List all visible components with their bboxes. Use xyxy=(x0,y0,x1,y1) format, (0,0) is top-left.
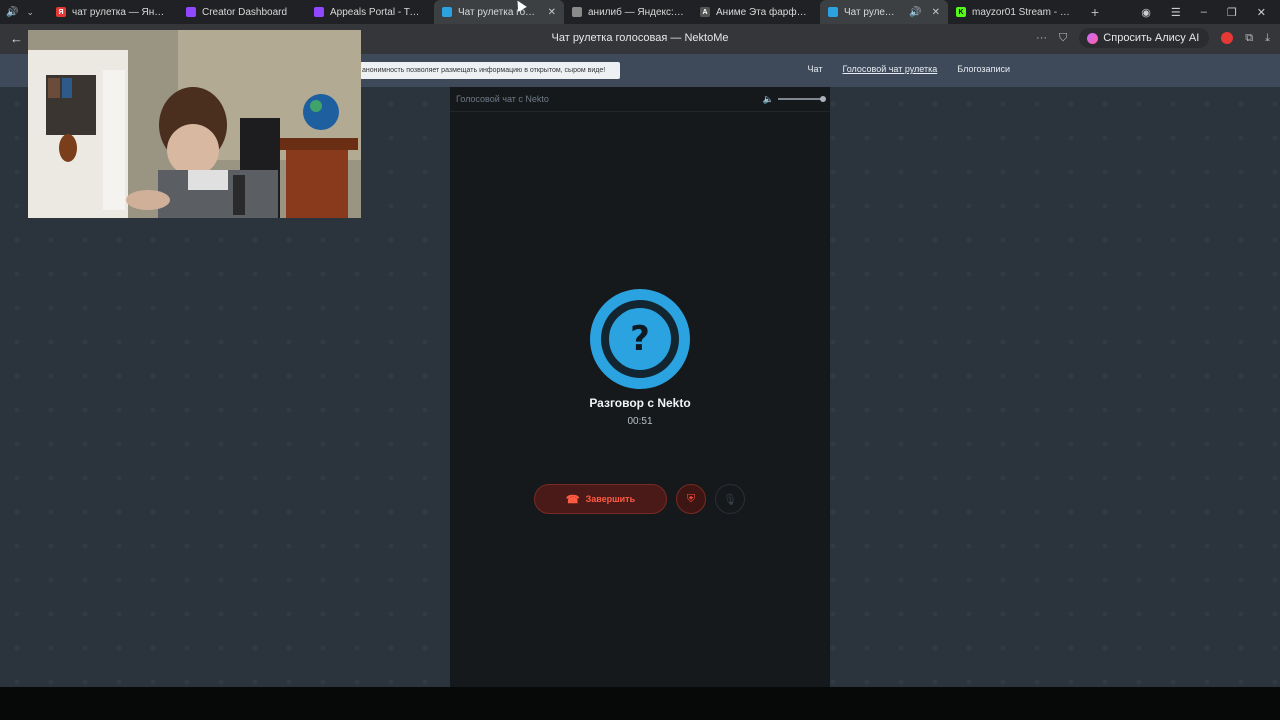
site-notice: анонимность позволяет размещать информац… xyxy=(360,62,620,79)
volume-slider[interactable] xyxy=(778,96,826,102)
browser-tab[interactable]: Appeals Portal - Twitch xyxy=(306,0,434,24)
page-icon xyxy=(572,7,582,17)
panel-header: Голосовой чат с Nekto 🔈 xyxy=(450,87,830,112)
tab-label: Чат рулетка голосова xyxy=(458,6,538,18)
webcam-feed-image xyxy=(28,30,361,218)
close-icon[interactable]: ✕ xyxy=(548,7,556,18)
tab-bar-leading: 🔊 ⌄ xyxy=(0,0,48,24)
site-nav: Чат Голосовой чат рулетка Блогозаписи xyxy=(808,64,1010,74)
avatar-ring: ? xyxy=(601,300,679,378)
browser-tab[interactable]: K mayzor01 Stream - Watc xyxy=(948,0,1084,24)
close-window-icon[interactable]: ✕ xyxy=(1257,6,1266,19)
tab-label: чат рулетка — Яндекс: н xyxy=(72,6,170,18)
profile-icon[interactable]: ◉ xyxy=(1141,6,1151,19)
bottom-bar xyxy=(0,687,1280,720)
tab-label: Appeals Portal - Twitch xyxy=(330,6,426,18)
record-icon[interactable] xyxy=(1221,32,1234,44)
anonymous-avatar: ? xyxy=(590,289,690,389)
extensions-icon[interactable]: ⧉ xyxy=(1245,32,1253,45)
volume-icon: 🔈 xyxy=(762,93,774,104)
browser-tab[interactable]: Creator Dashboard xyxy=(178,0,306,24)
yandex-icon: Я xyxy=(56,7,66,17)
report-button[interactable]: ⛨ xyxy=(676,484,706,514)
hang-up-icon: ☎ xyxy=(565,493,580,506)
shield-icon: ⛨ xyxy=(686,492,696,505)
tab-label: Чат рулетка голос xyxy=(844,6,900,18)
new-tab-plus-icon[interactable]: + xyxy=(1084,0,1106,24)
end-call-label: Завершить xyxy=(585,494,636,504)
ask-alice-button[interactable]: Спросить Алису AI xyxy=(1079,28,1210,48)
nekto-icon xyxy=(828,7,838,17)
twitch-icon xyxy=(314,7,324,17)
download-icon[interactable]: ⤓ xyxy=(1265,32,1270,45)
volume-control[interactable]: 🔈 xyxy=(762,93,826,105)
more-icon[interactable]: ··· xyxy=(1036,32,1047,44)
menu-icon[interactable]: ☰ xyxy=(1171,6,1181,19)
ask-alice-label: Спросить Алису AI xyxy=(1103,32,1200,44)
sound-icon[interactable]: 🔊 xyxy=(6,7,18,18)
nav-link-blog[interactable]: Блогозаписи xyxy=(957,64,1010,74)
nav-link-chat[interactable]: Чат xyxy=(808,64,823,74)
browser-tab[interactable]: A Аниме Эта фарфорова xyxy=(692,0,820,24)
window-controls: ◉ ☰ – ❐ ✕ xyxy=(1141,0,1280,24)
toolbar-right: ··· ⛉ Спросить Алису AI ⧉ ⤓ xyxy=(1036,28,1270,48)
anime-icon: A xyxy=(700,7,710,17)
end-call-button[interactable]: ☎ Завершить xyxy=(534,484,667,514)
call-timer: 00:51 xyxy=(627,416,653,427)
chevron-down-icon[interactable]: ⌄ xyxy=(26,7,34,18)
speaker-icon[interactable]: 🔊 xyxy=(909,7,921,18)
mute-button[interactable]: 🎙 xyxy=(715,484,745,514)
microphone-icon: 🎙 xyxy=(723,493,737,506)
conversation-title: Разговор с Nekto xyxy=(589,396,691,410)
tab-label: Аниме Эта фарфорова xyxy=(716,6,812,18)
tab-label: анилиб — Яндекс: нашл xyxy=(588,6,684,18)
minimize-icon[interactable]: – xyxy=(1201,6,1207,18)
volume-knob[interactable] xyxy=(820,96,826,102)
browser-tab-bar: 🔊 ⌄ Я чат рулетка — Яндекс: н Creator Da… xyxy=(0,0,1280,24)
browser-tab-active[interactable]: Чат рулетка голосова ✕ xyxy=(434,0,564,24)
nav-link-voice-chat[interactable]: Голосовой чат рулетка xyxy=(842,64,937,74)
browser-tab[interactable]: Чат рулетка голос 🔊 ✕ xyxy=(820,0,948,24)
restore-icon[interactable]: ❐ xyxy=(1227,6,1237,19)
kick-icon: K xyxy=(956,7,966,17)
close-icon[interactable]: ✕ xyxy=(932,7,940,18)
twitch-icon xyxy=(186,7,196,17)
alice-icon xyxy=(1087,32,1099,44)
browser-tab[interactable]: Я чат рулетка — Яндекс: н xyxy=(48,0,178,24)
question-mark-icon: ? xyxy=(630,319,650,359)
nekto-icon xyxy=(442,7,452,17)
bookmark-icon[interactable]: ⛉ xyxy=(1059,32,1067,45)
voice-chat-panel: Голосовой чат с Nekto 🔈 ? Разговор с Nek… xyxy=(450,87,830,687)
panel-title: Голосовой чат с Nekto xyxy=(456,94,549,104)
back-arrow-icon[interactable]: ← xyxy=(10,31,23,46)
browser-tab[interactable]: анилиб — Яндекс: нашл xyxy=(564,0,692,24)
tab-label: mayzor01 Stream - Watc xyxy=(972,6,1076,18)
webcam-overlay xyxy=(28,30,361,218)
tab-label: Creator Dashboard xyxy=(202,6,288,18)
